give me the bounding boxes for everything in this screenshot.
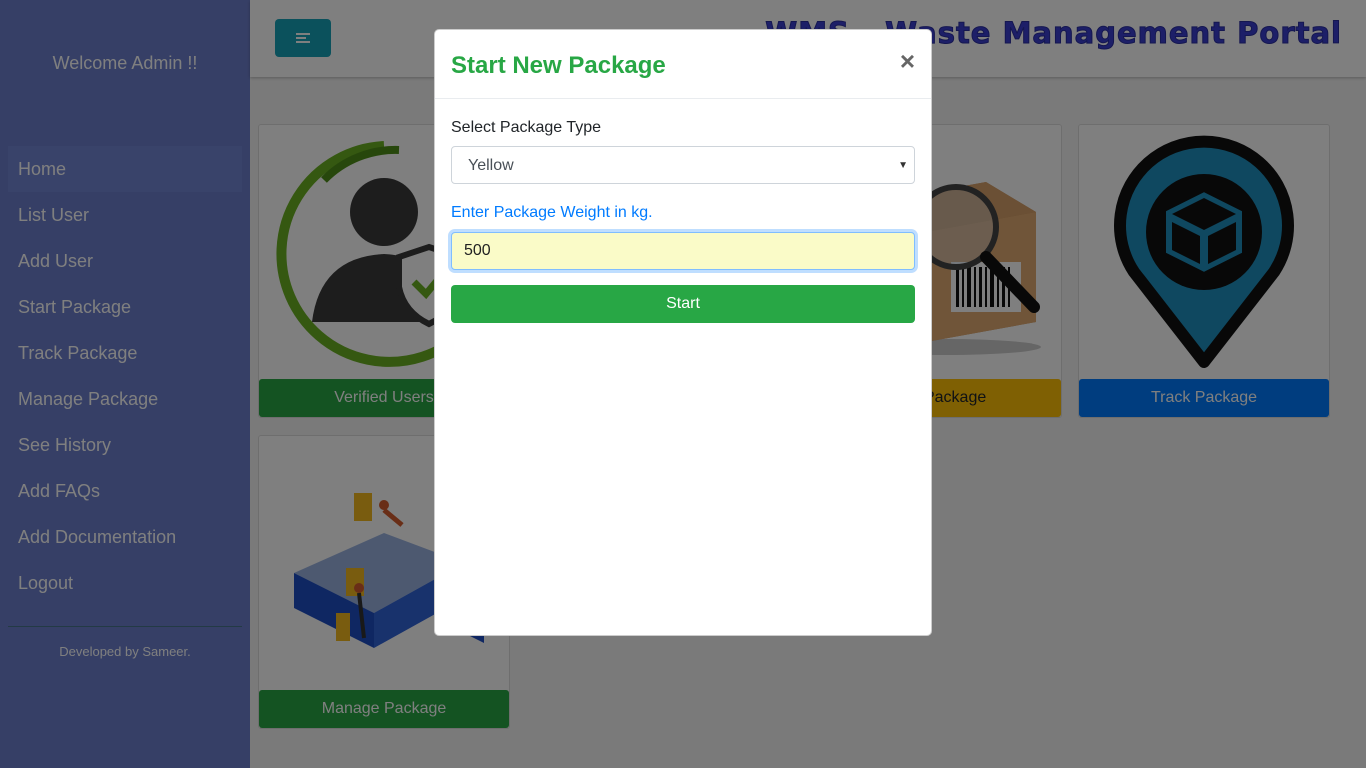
package-weight-input[interactable] (451, 232, 915, 270)
package-type-select[interactable]: Yellow ▼ (451, 146, 915, 184)
modal-body: Select Package Type Yellow ▼ Enter Packa… (435, 119, 931, 323)
start-button[interactable]: Start (451, 285, 915, 323)
close-icon[interactable]: × (900, 48, 915, 74)
chevron-down-icon: ▼ (898, 160, 908, 171)
modal-title: Start New Package (451, 52, 666, 79)
start-package-modal: Start New Package × Select Package Type … (434, 29, 932, 636)
package-type-value: Yellow (468, 157, 514, 174)
modal-header: Start New Package × (435, 30, 931, 99)
package-weight-label: Enter Package Weight in kg. (451, 204, 653, 221)
package-type-label: Select Package Type (451, 119, 602, 136)
